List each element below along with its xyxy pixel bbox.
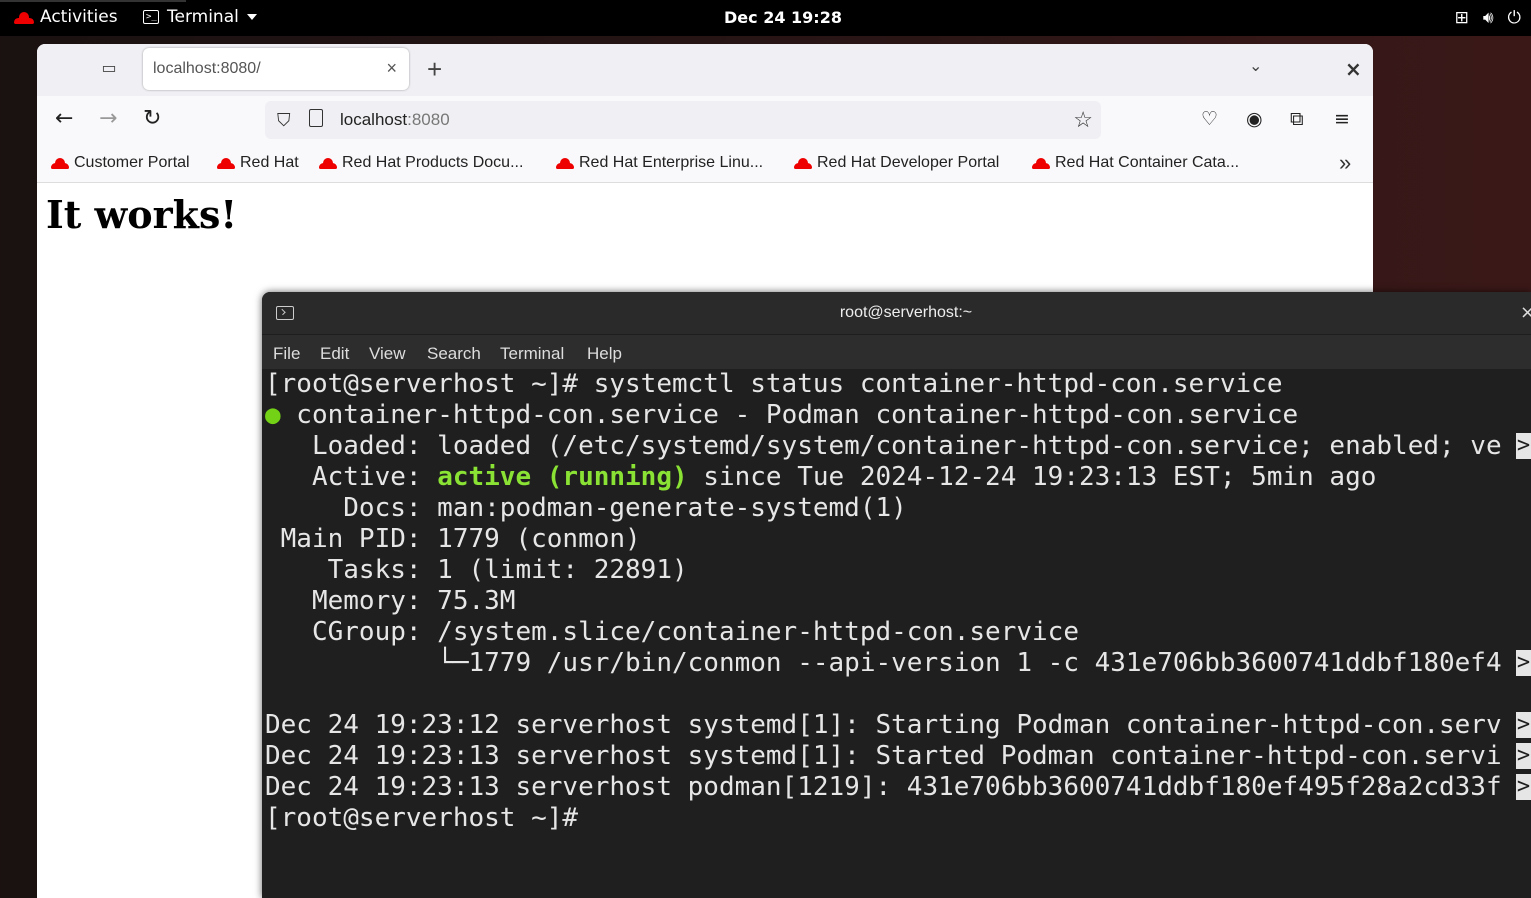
- bookmark-item[interactable]: Red Hat: [217, 154, 299, 172]
- page-info-icon[interactable]: [309, 109, 323, 127]
- status-dot-icon: ●: [265, 400, 281, 430]
- menu-view[interactable]: View: [369, 344, 406, 364]
- page-heading: It works!: [46, 192, 238, 237]
- bookmark-star-icon[interactable]: ☆: [1073, 107, 1093, 133]
- menu-edit[interactable]: Edit: [320, 344, 349, 364]
- terminal-titlebar[interactable]: root@serverhost:~ ×: [262, 292, 1531, 335]
- tab-localhost[interactable]: localhost:8080/ ×: [143, 48, 409, 90]
- truncation-marker: >: [1516, 743, 1531, 769]
- terminal-title: root@serverhost:~: [839, 304, 973, 321]
- redhat-favicon-icon: [1032, 157, 1050, 169]
- network-icon: ⊞: [1454, 8, 1469, 28]
- more-bookmarks-icon[interactable]: »: [1339, 150, 1351, 176]
- clock[interactable]: Dec 24 19:28: [0, 8, 1531, 27]
- output-line: [root@serverhost ~]# systemctl status co…: [265, 369, 1283, 399]
- menu-help[interactable]: Help: [587, 344, 622, 364]
- redhat-favicon-icon: [319, 157, 337, 169]
- redhat-favicon-icon: [217, 157, 235, 169]
- output-line: Active: active (running) since Tue 2024-…: [265, 462, 1377, 492]
- output-line: Memory: 75.3M: [265, 586, 516, 616]
- power-icon: ⏻: [1507, 8, 1521, 28]
- pocket-icon[interactable]: ♡: [1201, 108, 1218, 130]
- activities-indicator: [0, 0, 186, 2]
- menu-file[interactable]: File: [273, 344, 300, 364]
- bookmark-item[interactable]: Red Hat Developer Portal: [794, 154, 999, 172]
- window-close-icon[interactable]: ×: [1345, 57, 1362, 81]
- tab-groups-icon[interactable]: ▭: [97, 58, 121, 80]
- url-bar[interactable]: ⛉ localhost:8080 ☆: [265, 101, 1101, 139]
- list-all-tabs-icon[interactable]: ⌄: [1249, 56, 1262, 75]
- output-line: Loaded: loaded (/etc/systemd/system/cont…: [265, 431, 1502, 461]
- gnome-top-bar: Activities >_ Terminal Dec 24 19:28 ⊞ 🔊︎…: [0, 0, 1531, 36]
- truncation-marker: >: [1516, 774, 1531, 800]
- terminal-menubar: File Edit View Search Terminal Help: [262, 335, 1531, 369]
- truncation-marker: >: [1516, 650, 1531, 676]
- redhat-favicon-icon: [794, 157, 812, 169]
- account-icon[interactable]: ◉: [1246, 108, 1263, 130]
- output-line: Docs: man:podman-generate-systemd(1): [265, 493, 907, 523]
- redhat-favicon-icon: [51, 157, 69, 169]
- close-icon[interactable]: ×: [1520, 302, 1531, 323]
- redhat-favicon-icon: [556, 157, 574, 169]
- tab-strip: ▭ localhost:8080/ × + ⌄ ×: [37, 44, 1373, 96]
- forward-icon[interactable]: →: [99, 108, 117, 130]
- output-line: └─1779 /usr/bin/conmon --api-version 1 -…: [265, 648, 1502, 678]
- extensions-icon[interactable]: ⧉: [1290, 108, 1304, 130]
- truncation-marker: >: [1516, 712, 1531, 738]
- terminal-output[interactable]: [root@serverhost ~]# systemctl status co…: [262, 369, 1531, 898]
- tab-close-icon[interactable]: ×: [386, 58, 397, 79]
- output-line: Main PID: 1779 (conmon): [265, 524, 641, 554]
- active-status: active (running): [437, 462, 688, 492]
- bookmark-item[interactable]: Red Hat Products Docu...: [319, 154, 523, 172]
- terminal-window: root@serverhost:~ × File Edit View Searc…: [262, 292, 1531, 898]
- reload-icon[interactable]: ↻: [143, 108, 161, 130]
- output-line: Dec 24 19:23:12 serverhost systemd[1]: S…: [265, 710, 1502, 740]
- menu-terminal[interactable]: Terminal: [500, 344, 564, 364]
- truncation-marker: >: [1516, 433, 1531, 459]
- output-line: ● container-httpd-con.service - Podman c…: [265, 400, 1299, 430]
- output-line: Dec 24 19:23:13 serverhost podman[1219]:…: [265, 772, 1502, 802]
- back-icon[interactable]: ←: [55, 108, 73, 130]
- bookmark-item[interactable]: Red Hat Enterprise Linu...: [556, 154, 763, 172]
- output-line: Tasks: 1 (limit: 22891): [265, 555, 688, 585]
- navigation-toolbar: ← → ↻ ⛉ localhost:8080 ☆ ♡ ◉ ⧉ ≡: [37, 96, 1373, 144]
- system-tray[interactable]: ⊞ 🔊︎ ⏻: [1455, 8, 1521, 28]
- tab-title: localhost:8080/: [153, 60, 261, 77]
- bookmark-item[interactable]: Customer Portal: [51, 154, 190, 172]
- url-text[interactable]: localhost:8080: [340, 110, 450, 130]
- menu-search[interactable]: Search: [427, 344, 481, 364]
- output-line: Dec 24 19:23:13 serverhost systemd[1]: S…: [265, 741, 1502, 771]
- bookmarks-toolbar: Customer Portal Red Hat Red Hat Products…: [37, 144, 1373, 183]
- bookmark-item[interactable]: Red Hat Container Cata...: [1032, 154, 1239, 172]
- prompt-line: [root@serverhost ~]#: [265, 803, 594, 833]
- tracking-protection-icon[interactable]: ⛉: [277, 110, 291, 131]
- new-tab-icon[interactable]: +: [427, 54, 442, 85]
- hamburger-menu-icon[interactable]: ≡: [1334, 108, 1350, 130]
- output-line: CGroup: /system.slice/container-httpd-co…: [265, 617, 1079, 647]
- volume-icon: 🔊︎: [1482, 8, 1494, 28]
